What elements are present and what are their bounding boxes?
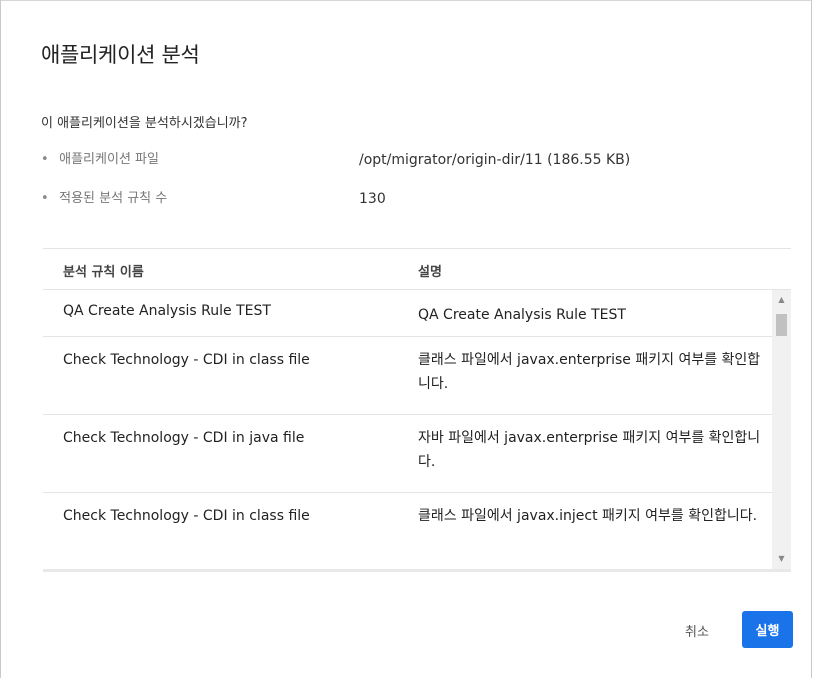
- rule-name-cell: Check Technology - CDI in class file: [63, 352, 310, 368]
- dialog-title: 애플리케이션 분석: [41, 43, 200, 67]
- info-label: 애플리케이션 파일: [59, 152, 159, 167]
- rules-table: 분석 규칙 이름 설명 QA Create Analysis Rule TEST…: [43, 248, 791, 572]
- info-label: 적용된 분석 규칙 수: [59, 191, 168, 206]
- info-applied-rule-count: • 적용된 분석 규칙 수 130: [41, 189, 386, 209]
- scroll-down-icon[interactable]: ▼: [772, 551, 791, 567]
- bullet: •: [41, 191, 49, 206]
- column-header-rule-name: 분석 규칙 이름: [63, 265, 144, 280]
- table-row: Check Technology - CDI in java file 자바 파…: [43, 415, 772, 493]
- analysis-dialog: 애플리케이션 분석 이 애플리케이션을 분석하시겠습니까? • 애플리케이션 파…: [0, 0, 812, 678]
- table-row: Check Technology - CDI in class file 클래스…: [43, 337, 772, 415]
- info-value: 130: [359, 191, 386, 207]
- info-application-file: • 애플리케이션 파일 /opt/migrator/origin-dir/11 …: [41, 150, 630, 170]
- rule-description-cell: QA Create Analysis Rule TEST: [418, 307, 626, 323]
- scroll-thumb[interactable]: [776, 314, 787, 336]
- rule-name-cell: Check Technology - CDI in class file: [63, 508, 310, 524]
- cancel-button[interactable]: 취소: [685, 621, 709, 640]
- rule-name-cell: Check Technology - CDI in java file: [63, 430, 305, 446]
- table-row: QA Create Analysis Rule TEST QA Create A…: [43, 290, 772, 337]
- column-header-description: 설명: [418, 265, 442, 280]
- table-row: Check Technology - CDI in class file 클래스…: [43, 493, 772, 569]
- rule-description-cell: 자바 파일에서 javax.enterprise 패키지 여부를 확인합니다.: [418, 430, 761, 470]
- info-value: /opt/migrator/origin-dir/11 (186.55 KB): [359, 152, 631, 168]
- table-scrollbar[interactable]: ▲ ▼: [772, 290, 791, 569]
- rule-description-cell: 클래스 파일에서 javax.inject 패키지 여부를 확인합니다.: [418, 508, 758, 524]
- rule-description-cell: 클래스 파일에서 javax.enterprise 패키지 여부를 확인합니다.: [418, 352, 761, 392]
- rule-name-cell: QA Create Analysis Rule TEST: [63, 303, 271, 319]
- bullet: •: [41, 152, 49, 167]
- table-body[interactable]: QA Create Analysis Rule TEST QA Create A…: [43, 290, 791, 572]
- table-header: 분석 규칙 이름 설명: [43, 248, 791, 290]
- confirm-question: 이 애플리케이션을 분석하시겠습니까?: [41, 116, 248, 131]
- run-button[interactable]: 실행: [742, 611, 793, 648]
- scroll-up-icon[interactable]: ▲: [772, 292, 791, 308]
